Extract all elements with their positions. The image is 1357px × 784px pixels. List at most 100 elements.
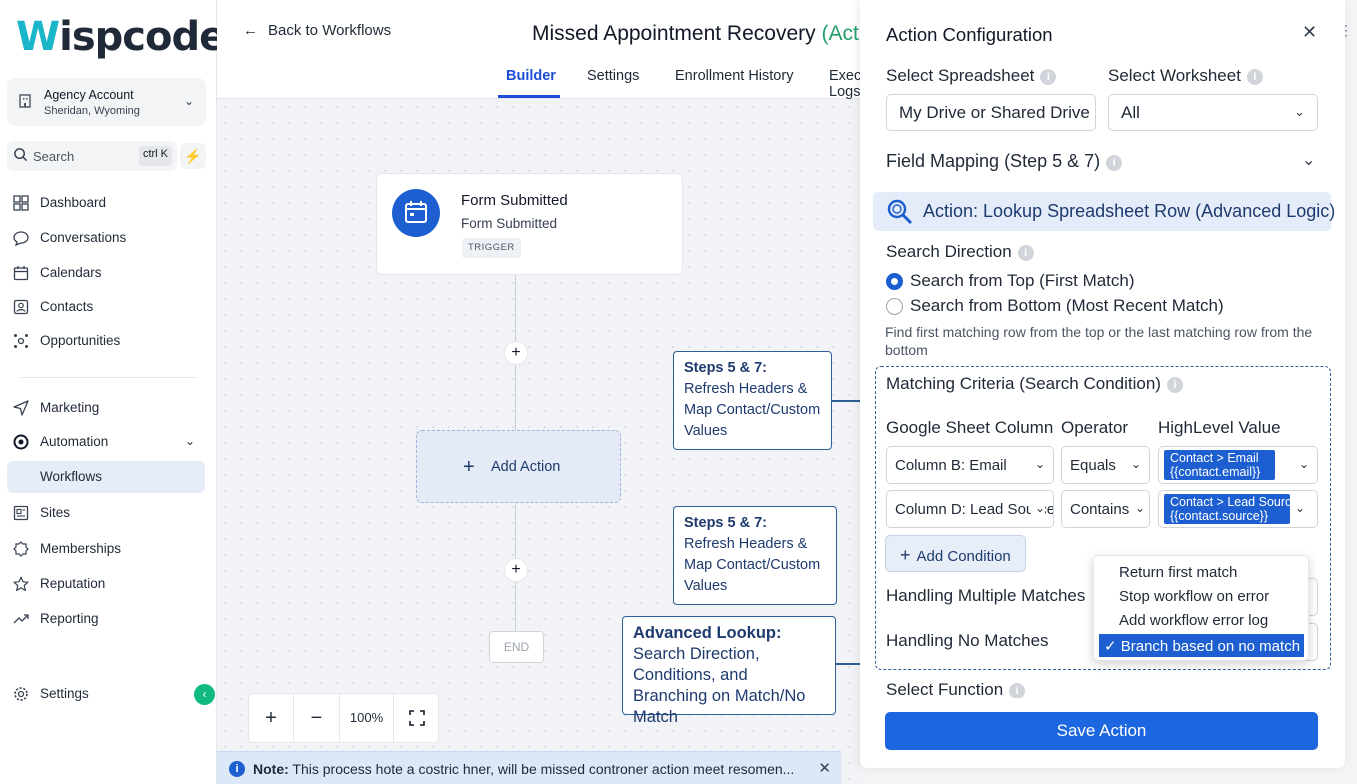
add-step-plus-icon[interactable]: + — [504, 558, 528, 582]
sidebar-item-sites[interactable]: Sites — [7, 497, 205, 529]
field-mapping-label: Field Mapping (Step 5 & 7) — [886, 151, 1101, 171]
sidebar-label: Workflows — [40, 469, 103, 484]
save-action-button[interactable]: Save Action — [885, 712, 1318, 750]
close-icon[interactable]: ✕ — [1302, 22, 1317, 43]
sidebar-item-conversations[interactable]: Conversations — [7, 222, 205, 254]
dashboard-icon — [13, 195, 30, 212]
sidebar-label: Sites — [40, 505, 71, 520]
zoom-level: 100% — [340, 694, 394, 742]
worksheet-select[interactable]: All ⌄ — [1108, 94, 1318, 131]
form-trigger-icon — [392, 189, 440, 237]
radio-search-bottom-label[interactable]: Search from Bottom (Most Recent Match) — [910, 296, 1224, 316]
option-add-error-log[interactable]: Add workflow error log — [1099, 609, 1304, 632]
matching-criteria-label: Matching Criteria (Search Condition) i — [886, 374, 1183, 394]
sidebar-item-settings[interactable]: Settings — [7, 678, 205, 710]
condition-value-select[interactable]: Contact > Email {{contact.email}} ⌄ — [1158, 446, 1318, 484]
close-icon[interactable]: ✕ — [818, 759, 831, 777]
callout-text: Search Direction, Conditions, and Branch… — [633, 645, 806, 726]
trigger-node[interactable]: Form Submitted Form Submitted TRIGGER — [376, 173, 683, 275]
no-matches-label: Handling No Matches — [886, 631, 1049, 650]
zoom-in-button[interactable]: + — [249, 694, 294, 742]
info-icon[interactable]: i — [1166, 377, 1183, 393]
action-banner-text: Action: Lookup Spreadsheet Row (Advanced… — [923, 201, 1336, 221]
plus-icon: + — [463, 456, 475, 478]
sidebar-item-automation[interactable]: Automation ⌄ — [7, 426, 205, 458]
add-action-node[interactable]: + Add Action — [416, 430, 621, 503]
sidebar-label: Automation — [40, 434, 109, 449]
info-icon[interactable]: i — [1040, 69, 1057, 85]
tab-settings[interactable]: Settings — [587, 68, 639, 84]
sidebar-item-reputation[interactable]: Reputation — [7, 568, 205, 600]
condition-value-select[interactable]: Contact > Lead Source {{contact.source}} … — [1158, 490, 1318, 528]
token-line: {{contact.source}} — [1170, 509, 1268, 523]
active-tab-indicator — [498, 95, 560, 98]
sidebar-item-contacts[interactable]: Contacts — [7, 291, 205, 323]
col-header-value: HighLevel Value — [1158, 418, 1281, 437]
info-icon[interactable]: i — [1246, 69, 1263, 85]
field-mapping-section[interactable]: Field Mapping (Step 5 & 7) i — [886, 151, 1123, 172]
sidebar-item-opportunities[interactable]: Opportunities — [7, 325, 205, 357]
radio-search-top-label[interactable]: Search from Top (First Match) — [910, 271, 1135, 291]
brand-logo[interactable]: Wispcode — [16, 14, 226, 60]
option-stop-workflow[interactable]: Stop workflow on error — [1099, 585, 1304, 608]
option-return-first-match[interactable]: Return first match — [1099, 561, 1304, 584]
workflow-header: ← Back to Workflows Missed Appointment Re… — [217, 0, 893, 100]
cell-value: Equals — [1070, 457, 1116, 474]
condition-column-select[interactable]: Column B: Email ⌄ — [886, 446, 1054, 484]
callout-text: Refresh Headers & Map Contact/Custom Val… — [684, 381, 821, 439]
chevron-down-icon: ⌄ — [1294, 104, 1305, 119]
sidebar-item-dashboard[interactable]: Dashboard — [7, 187, 205, 219]
value-token[interactable]: Contact > Lead Source {{contact.source}} — [1164, 494, 1290, 524]
info-icon[interactable]: i — [1009, 683, 1026, 699]
callout-text: Refresh Headers & Map Contact/Custom Val… — [684, 536, 821, 594]
radio-search-top[interactable] — [886, 273, 903, 290]
account-switcher[interactable]: Agency Account Sheridan, Wyoming ⌄ — [7, 78, 206, 126]
chevron-down-icon: ⌄ — [1298, 457, 1309, 471]
no-match-options-dropdown: Return first match Stop workflow on erro… — [1093, 555, 1309, 661]
workflow-title: Missed Appointment Recovery (Active) — [532, 22, 893, 46]
condition-operator-select[interactable]: Equals ⌄ — [1061, 446, 1150, 484]
fullscreen-button[interactable] — [394, 694, 439, 742]
info-icon[interactable]: i — [1017, 245, 1034, 261]
zoom-out-button[interactable]: − — [294, 694, 340, 742]
search-input[interactable]: Search ctrl K — [7, 141, 177, 171]
spreadsheet-select[interactable]: My Drive or Shared Drive 1 — [886, 94, 1096, 131]
token-line: Contact > Lead Source — [1170, 495, 1290, 509]
note-banner: i Note: This process hote a costric hner… — [217, 751, 841, 784]
info-icon[interactable]: i — [1106, 155, 1123, 171]
sidebar-item-workflows[interactable]: Workflows — [7, 461, 205, 493]
callout-heading: Advanced Lookup: — [633, 624, 782, 642]
gear-icon — [13, 686, 30, 703]
sites-icon — [13, 505, 30, 522]
sidebar-label: Calendars — [40, 265, 102, 280]
trigger-title: Form Submitted — [461, 192, 568, 209]
add-condition-button[interactable]: + Add Condition — [885, 535, 1026, 572]
chevron-down-icon[interactable]: ⌄ — [1302, 150, 1315, 170]
condition-column-select[interactable]: Column D: Lead Source ⌄ — [886, 490, 1054, 528]
workflow-name: Missed Appointment Recovery — [532, 22, 816, 45]
collapse-sidebar-button[interactable]: ‹ — [194, 684, 215, 705]
value-token[interactable]: Contact > Email {{contact.email}} — [1164, 450, 1275, 480]
tab-enrollment-history[interactable]: Enrollment History — [675, 68, 793, 84]
add-step-plus-icon[interactable]: + — [504, 341, 528, 365]
sidebar-item-marketing[interactable]: Marketing — [7, 392, 205, 424]
sidebar-item-reporting[interactable]: Reporting — [7, 603, 205, 635]
sidebar-item-calendars[interactable]: Calendars — [7, 257, 205, 289]
chevron-down-icon: ⌄ — [183, 94, 194, 108]
scroll-indicator-icon[interactable]: ⋮ — [1339, 22, 1353, 39]
sidebar-label: Marketing — [40, 400, 100, 415]
search-placeholder: Search — [33, 149, 75, 164]
option-branch-no-match[interactable]: ✓ Branch based on no match — [1099, 634, 1304, 657]
action-type-banner: Action: Lookup Spreadsheet Row (Advanced… — [873, 192, 1335, 231]
condition-operator-select[interactable]: Contains ⌄ — [1061, 490, 1150, 528]
cell-value: Contains — [1070, 501, 1130, 518]
col-header-sheet: Google Sheet Column — [886, 418, 1054, 437]
tab-builder[interactable]: Builder — [506, 68, 556, 84]
radio-search-bottom[interactable] — [886, 298, 903, 315]
worksheet-value: All — [1121, 103, 1140, 122]
info-icon: i — [229, 761, 245, 777]
back-to-workflows-link[interactable]: ← Back to Workflows — [243, 22, 391, 39]
quick-action-bolt-icon[interactable]: ⚡ — [180, 143, 206, 169]
sidebar-item-memberships[interactable]: Memberships — [7, 533, 205, 565]
calendar-icon — [13, 265, 30, 282]
